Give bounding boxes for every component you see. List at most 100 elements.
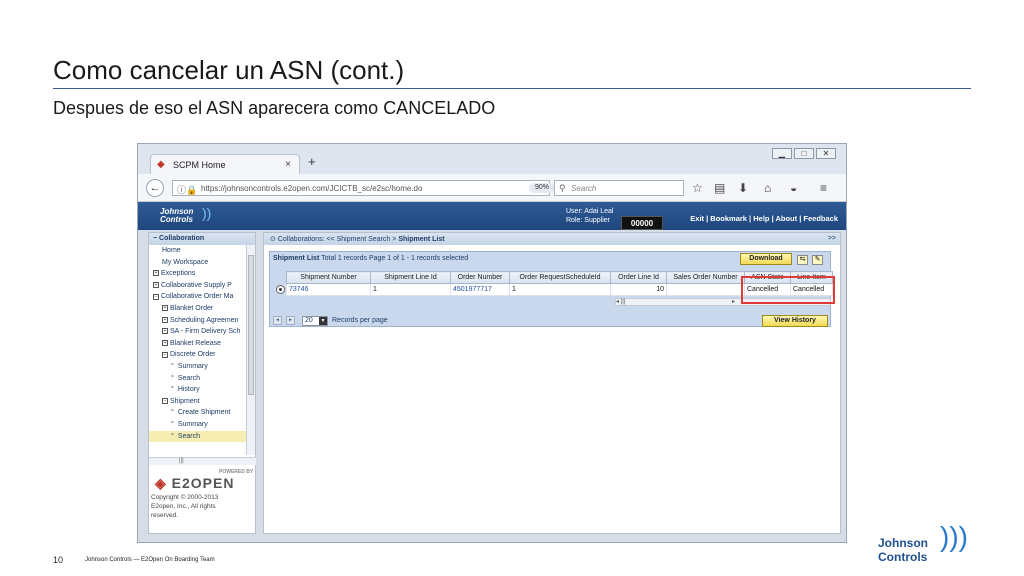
column-header[interactable]: Order Line Id [610, 271, 667, 284]
sidebar-item-label: History [177, 386, 200, 394]
expand-icon[interactable]: + [153, 270, 159, 277]
sidebar-item-label: Home [162, 247, 181, 254]
sidebar-item[interactable]: Home [149, 245, 255, 257]
highlight-box [741, 276, 835, 304]
sidebar-item[interactable]: ° History [149, 384, 255, 396]
cell-shipment-number[interactable]: 73746 [286, 283, 371, 296]
download-arrow-icon[interactable]: ⬇ [738, 181, 748, 195]
sidebar-item[interactable]: My Workspace [149, 257, 255, 269]
sidebar-hscrollbar[interactable]: ||| [149, 457, 256, 465]
sidebar-item[interactable]: ° Search [149, 430, 255, 443]
records-per-page-label: Records per page [332, 317, 388, 324]
column-header[interactable]: Sales Order Number [666, 271, 745, 284]
jci-mark-icon: )) [202, 205, 212, 221]
collapse-icon[interactable]: − [162, 351, 168, 358]
search-icon: ⚲ [559, 183, 566, 193]
jci-waves-icon: ))) [940, 521, 968, 552]
reading-list-icon[interactable]: ▤ [714, 181, 725, 195]
user-label: User: Adai Leal [566, 208, 614, 215]
copyright-line2: E2open, Inc., All rights [151, 503, 216, 510]
browser-tab[interactable]: ◆ SCPM Home × [150, 154, 300, 174]
sidebar-item[interactable]: ° Create Shipment [149, 407, 255, 419]
sidebar-tree: Home My Workspace + Exceptions + Collaborativ… [149, 245, 255, 443]
expand-icon[interactable]: + [162, 339, 168, 346]
copyright: Copyright © 2000-2013 E2open, Inc., All … [151, 493, 218, 520]
breadcrumb-separator: > [392, 236, 397, 243]
sidebar-item-label: Shipment [170, 397, 200, 405]
slide-subtitle: Despues de eso el ASN aparecera como CAN… [53, 98, 496, 118]
sidebar-item[interactable]: + Collaborative Supply P [149, 280, 255, 292]
sidebar-item[interactable]: + Blanket Release [149, 338, 255, 350]
sidebar-scrollbar[interactable] [246, 245, 255, 455]
browser-screenshot: ◆ SCPM Home × + ▁ □ ✕ ← ⓘ🔒 https://johns… [137, 143, 847, 543]
bullet-icon: ° [171, 420, 174, 428]
role-label: Role: Supplier [566, 217, 610, 224]
tab-bar: ◆ SCPM Home × + ▁ □ ✕ [138, 144, 846, 174]
breadcrumb-link[interactable]: Shipment Search [337, 236, 391, 243]
sidebar-item[interactable]: + SA - Firm Delivery Sch [149, 326, 255, 338]
jci-logo-line1: Johnson [878, 536, 928, 550]
copyright-line1: Copyright © 2000-2013 [151, 494, 219, 501]
sidebar-item-label: Create Shipment [177, 409, 231, 417]
column-header[interactable]: Order Number [450, 271, 510, 284]
top-links[interactable]: Exit | Bookmark | Help | About | Feedbac… [690, 214, 838, 223]
sidebar-item[interactable]: ° Summary [149, 361, 255, 373]
zoom-level[interactable]: 90% [529, 183, 555, 193]
prev-page-icon[interactable]: ◂ [273, 316, 282, 325]
cell-order-number[interactable]: 4501977717 [450, 283, 510, 296]
sidebar-item-label: Summary [177, 362, 208, 370]
sidebar-header[interactable]: − Collaboration [149, 233, 255, 245]
url-text: https://johnsoncontrols.e2open.com/JCICT… [201, 184, 423, 193]
minimize-button[interactable]: ▁ [772, 148, 792, 159]
bullet-icon: ° [171, 374, 174, 382]
page-size-value: 20 [305, 317, 313, 324]
close-tab-icon[interactable]: × [285, 159, 291, 170]
search-input[interactable]: ⚲ Search [554, 180, 684, 196]
row-radio[interactable] [276, 285, 285, 294]
address-bar[interactable]: ⓘ🔒 https://johnsoncontrols.e2open.com/JC… [172, 180, 573, 196]
breadcrumb-more[interactable]: >> [828, 235, 836, 242]
expand-icon[interactable]: + [153, 281, 159, 288]
sidebar-item[interactable]: + Scheduling Agreemen [149, 315, 255, 327]
bookmark-star-icon[interactable]: ☆ [692, 181, 703, 195]
info-lock-icon[interactable]: ⓘ🔒 [177, 183, 197, 196]
home-icon[interactable]: ⌂ [764, 181, 771, 195]
sidebar-item[interactable]: ° Search [149, 373, 255, 385]
back-arrow-icon[interactable]: ← [146, 179, 164, 197]
sidebar-item[interactable]: + Blanket Order [149, 303, 255, 315]
next-page-icon[interactable]: ▸ [286, 316, 295, 325]
expand-icon[interactable]: + [162, 305, 168, 312]
sidebar-item[interactable]: − Discrete Order [149, 349, 255, 361]
sidebar-item-label: Exceptions [161, 270, 196, 278]
column-header[interactable]: Shipment Line Id [370, 271, 451, 284]
new-tab-button[interactable]: + [308, 154, 316, 169]
edit-icon[interactable]: ✎ [812, 255, 823, 265]
collapse-icon[interactable]: − [153, 293, 159, 300]
menu-hamburger-icon[interactable]: ≡ [820, 181, 827, 195]
sidebar-item[interactable]: − Shipment [149, 396, 255, 408]
sidebar-item[interactable]: − Collaborative Order Ma [149, 291, 255, 303]
maximize-button[interactable]: □ [794, 148, 814, 159]
page-size-select[interactable]: 20 ▼ [302, 316, 328, 326]
pocket-icon[interactable]: ◒ [790, 181, 797, 195]
expand-icon[interactable]: + [162, 316, 168, 323]
cell-order-line-id: 10 [610, 283, 667, 296]
sidebar-scroll-thumb[interactable] [248, 255, 254, 395]
nav-bar: ← ⓘ🔒 https://johnsoncontrols.e2open.com/… [138, 174, 846, 202]
download-button[interactable]: Download [740, 253, 792, 265]
export-icon[interactable]: ⇆ [797, 255, 808, 265]
breadcrumb: ⊙ Collaborations: << Shipment Search > S… [264, 233, 840, 245]
view-history-button[interactable]: View History [762, 315, 828, 327]
column-header[interactable]: Order RequestScheduleId [509, 271, 611, 284]
jci-logo-line2: Controls [878, 550, 928, 564]
collapse-icon[interactable]: − [162, 397, 168, 404]
sidebar-item[interactable]: ° Summary [149, 419, 255, 431]
expand-icon[interactable]: + [162, 328, 168, 335]
column-header[interactable]: Shipment Number [286, 271, 371, 284]
sidebar-item[interactable]: + Exceptions [149, 268, 255, 280]
sidebar-item-label: Search [177, 432, 200, 440]
close-window-button[interactable]: ✕ [816, 148, 836, 159]
list-title-text: Shipment List [273, 255, 320, 262]
breadcrumb-icon: ⊙ [270, 236, 276, 243]
breadcrumb-current: Shipment List [398, 236, 445, 243]
